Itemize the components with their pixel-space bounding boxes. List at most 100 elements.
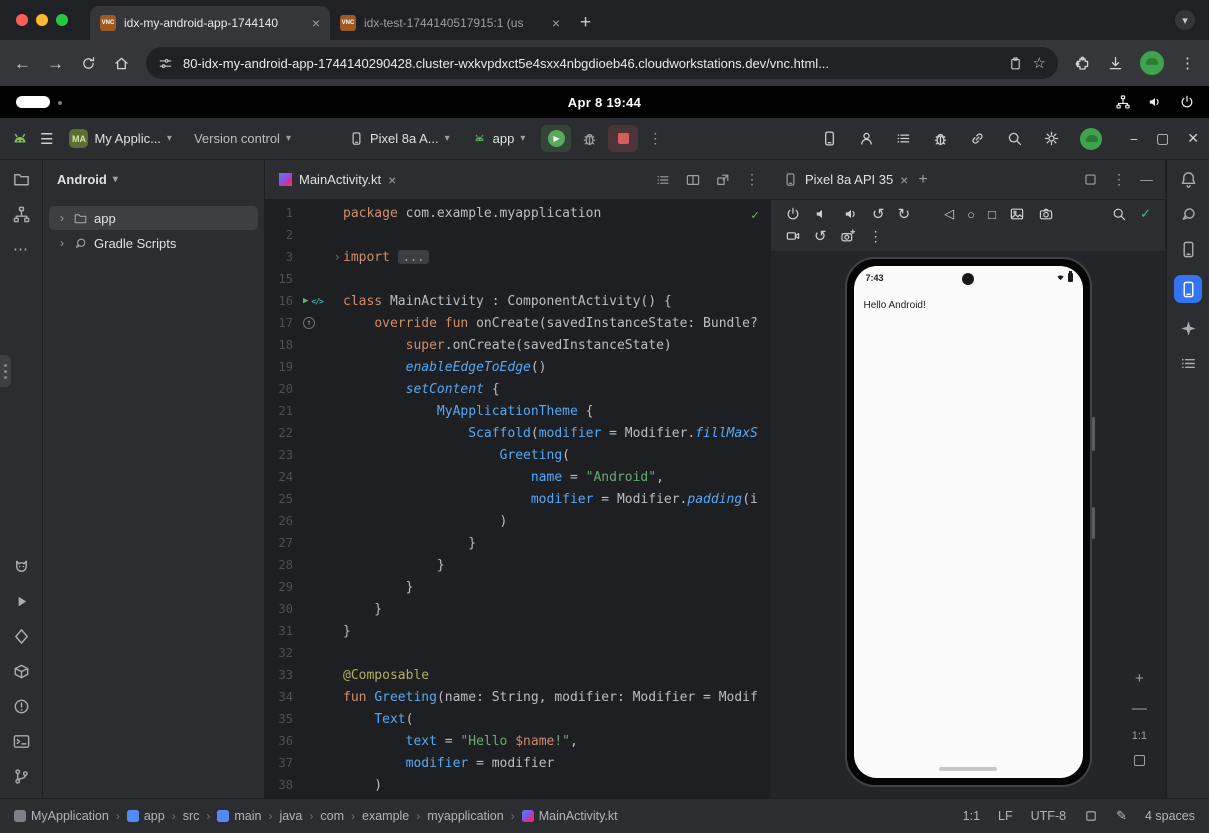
caret-position[interactable]: 1:1 (963, 809, 980, 823)
back-button[interactable]: ← (14, 55, 31, 72)
device-explorer-icon[interactable] (1179, 240, 1198, 259)
code-line[interactable]: 37 modifier = modifier (265, 752, 771, 774)
tool-window-handle[interactable] (0, 355, 11, 387)
fullscreen-window-button[interactable] (56, 14, 68, 26)
new-tab-button[interactable]: + (580, 13, 591, 32)
breadcrumb-item[interactable]: app (127, 809, 165, 823)
project-view-header[interactable]: Android ▾ (43, 160, 264, 198)
breadcrumb-item[interactable]: src (183, 809, 200, 823)
breadcrumb-item[interactable]: main (217, 809, 261, 823)
add-device-tab-icon[interactable]: + (918, 171, 927, 189)
pen-icon[interactable]: ✎ (1116, 808, 1127, 824)
zoom-out-icon[interactable]: — (1132, 700, 1147, 717)
code-line[interactable]: 24 name = "Android", (265, 466, 771, 488)
zoom-level-label[interactable]: 1:1 (1132, 730, 1147, 742)
editor-tab-mainactivity[interactable]: MainActivity.kt × (265, 160, 410, 199)
gutter[interactable]: ▶</> (297, 296, 343, 306)
device-more-icon[interactable]: ⋮ (869, 228, 883, 245)
code-line[interactable]: 23 Greeting( (265, 444, 771, 466)
code-line[interactable]: 2 (265, 224, 771, 246)
device-tab[interactable]: Pixel 8a API 35 × (783, 172, 908, 187)
code-line[interactable]: 18 super.onCreate(savedInstanceState) (265, 334, 771, 356)
more-tools-icon[interactable]: ⋯ (13, 240, 29, 258)
run-tool-icon[interactable] (12, 592, 31, 611)
notifications-bell-icon[interactable] (1179, 170, 1198, 189)
code-line[interactable]: 33@Composable (265, 664, 771, 686)
code-line[interactable]: 21 MyApplicationTheme { (265, 400, 771, 422)
run-more-icon[interactable]: ⋮ (648, 130, 662, 147)
device-streaming-icon[interactable] (821, 130, 838, 147)
code-line[interactable]: 26 ) (265, 510, 771, 532)
line-ending[interactable]: LF (998, 809, 1013, 823)
fold-gutter-icon[interactable]: › (334, 250, 343, 264)
running-devices-icon[interactable] (1174, 275, 1202, 303)
code-line[interactable]: 28 } (265, 554, 771, 576)
tree-item-gradle-scripts[interactable]: › Gradle Scripts (49, 231, 258, 255)
breadcrumb-item[interactable]: myapplication (427, 809, 503, 823)
inspections-ok-icon[interactable]: ✓ (751, 208, 759, 223)
forward-button[interactable]: → (47, 55, 64, 72)
project-tool-icon[interactable] (12, 170, 31, 189)
run-config-selector[interactable]: app ▾ (466, 127, 532, 150)
volume-down-icon[interactable] (814, 206, 830, 222)
screen-icon[interactable] (1084, 809, 1098, 823)
browser-tab-inactive[interactable]: VNC idx-test-1744140517915:1 (us × (330, 6, 570, 40)
version-control-icon[interactable] (12, 767, 31, 786)
main-menu-icon[interactable]: ☰ (40, 130, 53, 148)
gutter[interactable]: › (297, 250, 343, 264)
code-line[interactable]: 15 (265, 268, 771, 290)
reset-icon[interactable]: ↺ (814, 227, 827, 245)
device-selector[interactable]: Pixel 8a A... ▾ (343, 127, 456, 150)
device-manager-icon[interactable] (12, 662, 31, 681)
logcat-icon[interactable] (12, 557, 31, 576)
address-bar[interactable]: 80-idx-my-android-app-1744140290428.clus… (146, 47, 1058, 79)
code-line[interactable]: 1package com.example.myapplication (265, 202, 771, 224)
code-line[interactable]: 3›import ... (265, 246, 771, 268)
encoding[interactable]: UTF-8 (1031, 809, 1066, 823)
code-line[interactable]: 34fun Greeting(name: String, modifier: M… (265, 686, 771, 708)
code-line[interactable]: 31} (265, 620, 771, 642)
code-line[interactable]: 32 (265, 642, 771, 664)
browser-menu-icon[interactable]: ⋮ (1180, 54, 1195, 72)
code-line[interactable]: 16▶</>class MainActivity : ComponentActi… (265, 290, 771, 312)
network-tree-icon[interactable] (1115, 94, 1131, 110)
problems-icon[interactable] (12, 697, 31, 716)
code-line[interactable]: 38 ) (265, 774, 771, 796)
camera-icon[interactable] (1038, 206, 1054, 222)
panel-more-icon[interactable]: ⋮ (1112, 171, 1126, 188)
close-device-tab-icon[interactable]: × (900, 173, 908, 187)
search-everywhere-icon[interactable] (1006, 130, 1023, 147)
breadcrumb-item[interactable]: MyApplication (14, 809, 109, 823)
device-settings-icon[interactable] (1111, 206, 1127, 222)
todo-icon[interactable] (895, 130, 912, 147)
override-gutter-icon[interactable]: ↑ (303, 317, 315, 329)
emulator-screen[interactable]: 7:43 Hello Android! (854, 266, 1083, 778)
compose-gutter-icon[interactable]: </> (311, 297, 322, 306)
run-gutter-icon[interactable]: ▶ (303, 296, 308, 306)
volume-up-icon[interactable] (843, 206, 859, 222)
split-editor-icon[interactable] (685, 172, 701, 188)
android-home-icon[interactable]: ○ (967, 207, 975, 222)
close-tab-icon[interactable]: × (552, 16, 560, 30)
tree-item-app[interactable]: › app (49, 206, 258, 230)
site-settings-icon[interactable] (158, 56, 173, 71)
code-editor[interactable]: 1package com.example.myapplication23›imp… (265, 200, 771, 798)
editor-more-icon[interactable]: ⋮ (745, 171, 759, 188)
code-line[interactable]: 36 text = "Hello $name!", (265, 730, 771, 752)
power-icon[interactable] (1179, 94, 1195, 110)
ide-restore-icon[interactable]: ▢ (1156, 130, 1169, 147)
screen-record-icon[interactable] (785, 228, 801, 244)
code-line[interactable]: 19 enableEdgeToEdge() (265, 356, 771, 378)
gradle-tool-icon[interactable] (1179, 205, 1198, 224)
breadcrumb-item[interactable]: com (320, 809, 344, 823)
ide-minimize-icon[interactable]: − (1130, 131, 1138, 147)
android-overview-icon[interactable]: □ (988, 207, 996, 222)
close-window-button[interactable] (16, 14, 28, 26)
structure-tool-icon[interactable] (12, 205, 31, 224)
sync-check-icon[interactable]: ✓ (1140, 206, 1151, 222)
close-tab-icon[interactable]: × (312, 16, 320, 30)
zoom-in-icon[interactable]: + (1135, 670, 1144, 687)
fit-to-screen-icon[interactable] (1134, 755, 1145, 766)
tab-list-icon[interactable] (655, 172, 671, 188)
hide-panel-icon[interactable]: — (1140, 172, 1153, 187)
